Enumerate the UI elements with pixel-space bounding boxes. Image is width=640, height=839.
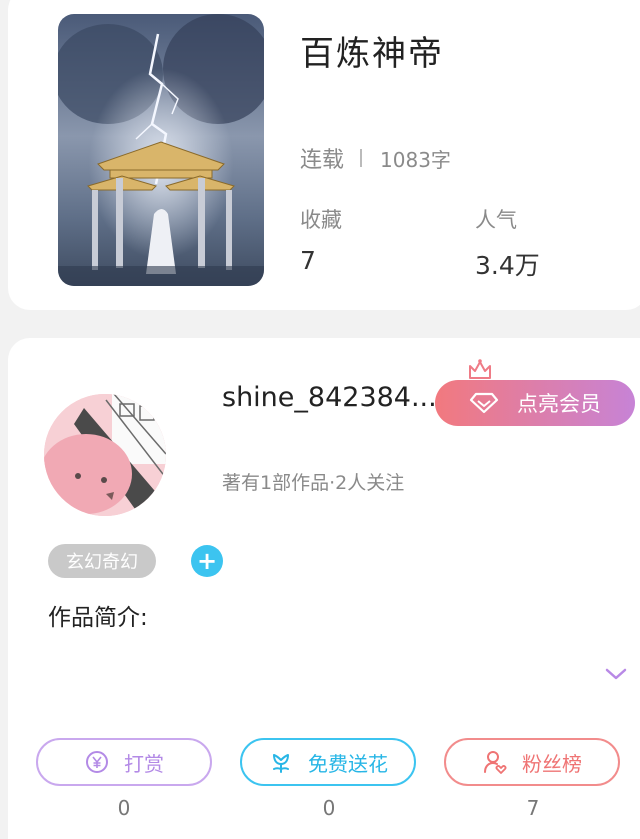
author-name[interactable]: shine_842384... xyxy=(222,382,434,413)
tip-button-label: 打赏 xyxy=(124,751,164,776)
send-flower-button[interactable]: 免费送花 xyxy=(240,738,416,786)
activate-vip-button[interactable]: 点亮会员 xyxy=(435,380,635,426)
flower-count: 0 xyxy=(322,796,336,820)
favorites-value: 7 xyxy=(300,246,316,275)
crown-icon xyxy=(469,359,491,379)
tip-count: 0 xyxy=(117,796,131,820)
word-count: 1083字 xyxy=(380,147,451,172)
serial-status: 连载 xyxy=(300,148,345,173)
author-avatar[interactable] xyxy=(44,394,166,516)
chevron-down-icon[interactable] xyxy=(604,666,628,682)
fans-ranking-label: 粉丝榜 xyxy=(522,751,582,776)
yen-coin-icon xyxy=(86,751,108,773)
tip-button[interactable]: 打赏 xyxy=(36,738,212,786)
status-divider xyxy=(360,149,363,167)
book-cover-image[interactable] xyxy=(58,14,264,286)
popularity-label: 人气 xyxy=(475,208,517,232)
book-title: 百炼神帝 xyxy=(300,34,444,74)
fans-count: 7 xyxy=(526,796,540,820)
flower-icon xyxy=(273,754,289,773)
genre-tag[interactable]: 玄幻奇幻 xyxy=(48,544,156,578)
plus-icon: + xyxy=(196,547,218,575)
fans-icon xyxy=(484,751,507,774)
popularity-value: 3.4万 xyxy=(475,251,540,280)
send-flower-label: 免费送花 xyxy=(308,751,388,776)
vip-button-label: 点亮会员 xyxy=(517,392,601,416)
fans-ranking-button[interactable]: 粉丝榜 xyxy=(444,738,620,786)
intro-label: 作品简介: xyxy=(48,605,148,631)
add-tag-button[interactable]: + xyxy=(191,545,223,577)
diamond-icon xyxy=(469,392,499,414)
author-meta: 著有1部作品·2人关注 xyxy=(222,472,405,494)
book-status-row: 连载 1083字 xyxy=(300,142,451,174)
favorites-label: 收藏 xyxy=(300,208,342,232)
